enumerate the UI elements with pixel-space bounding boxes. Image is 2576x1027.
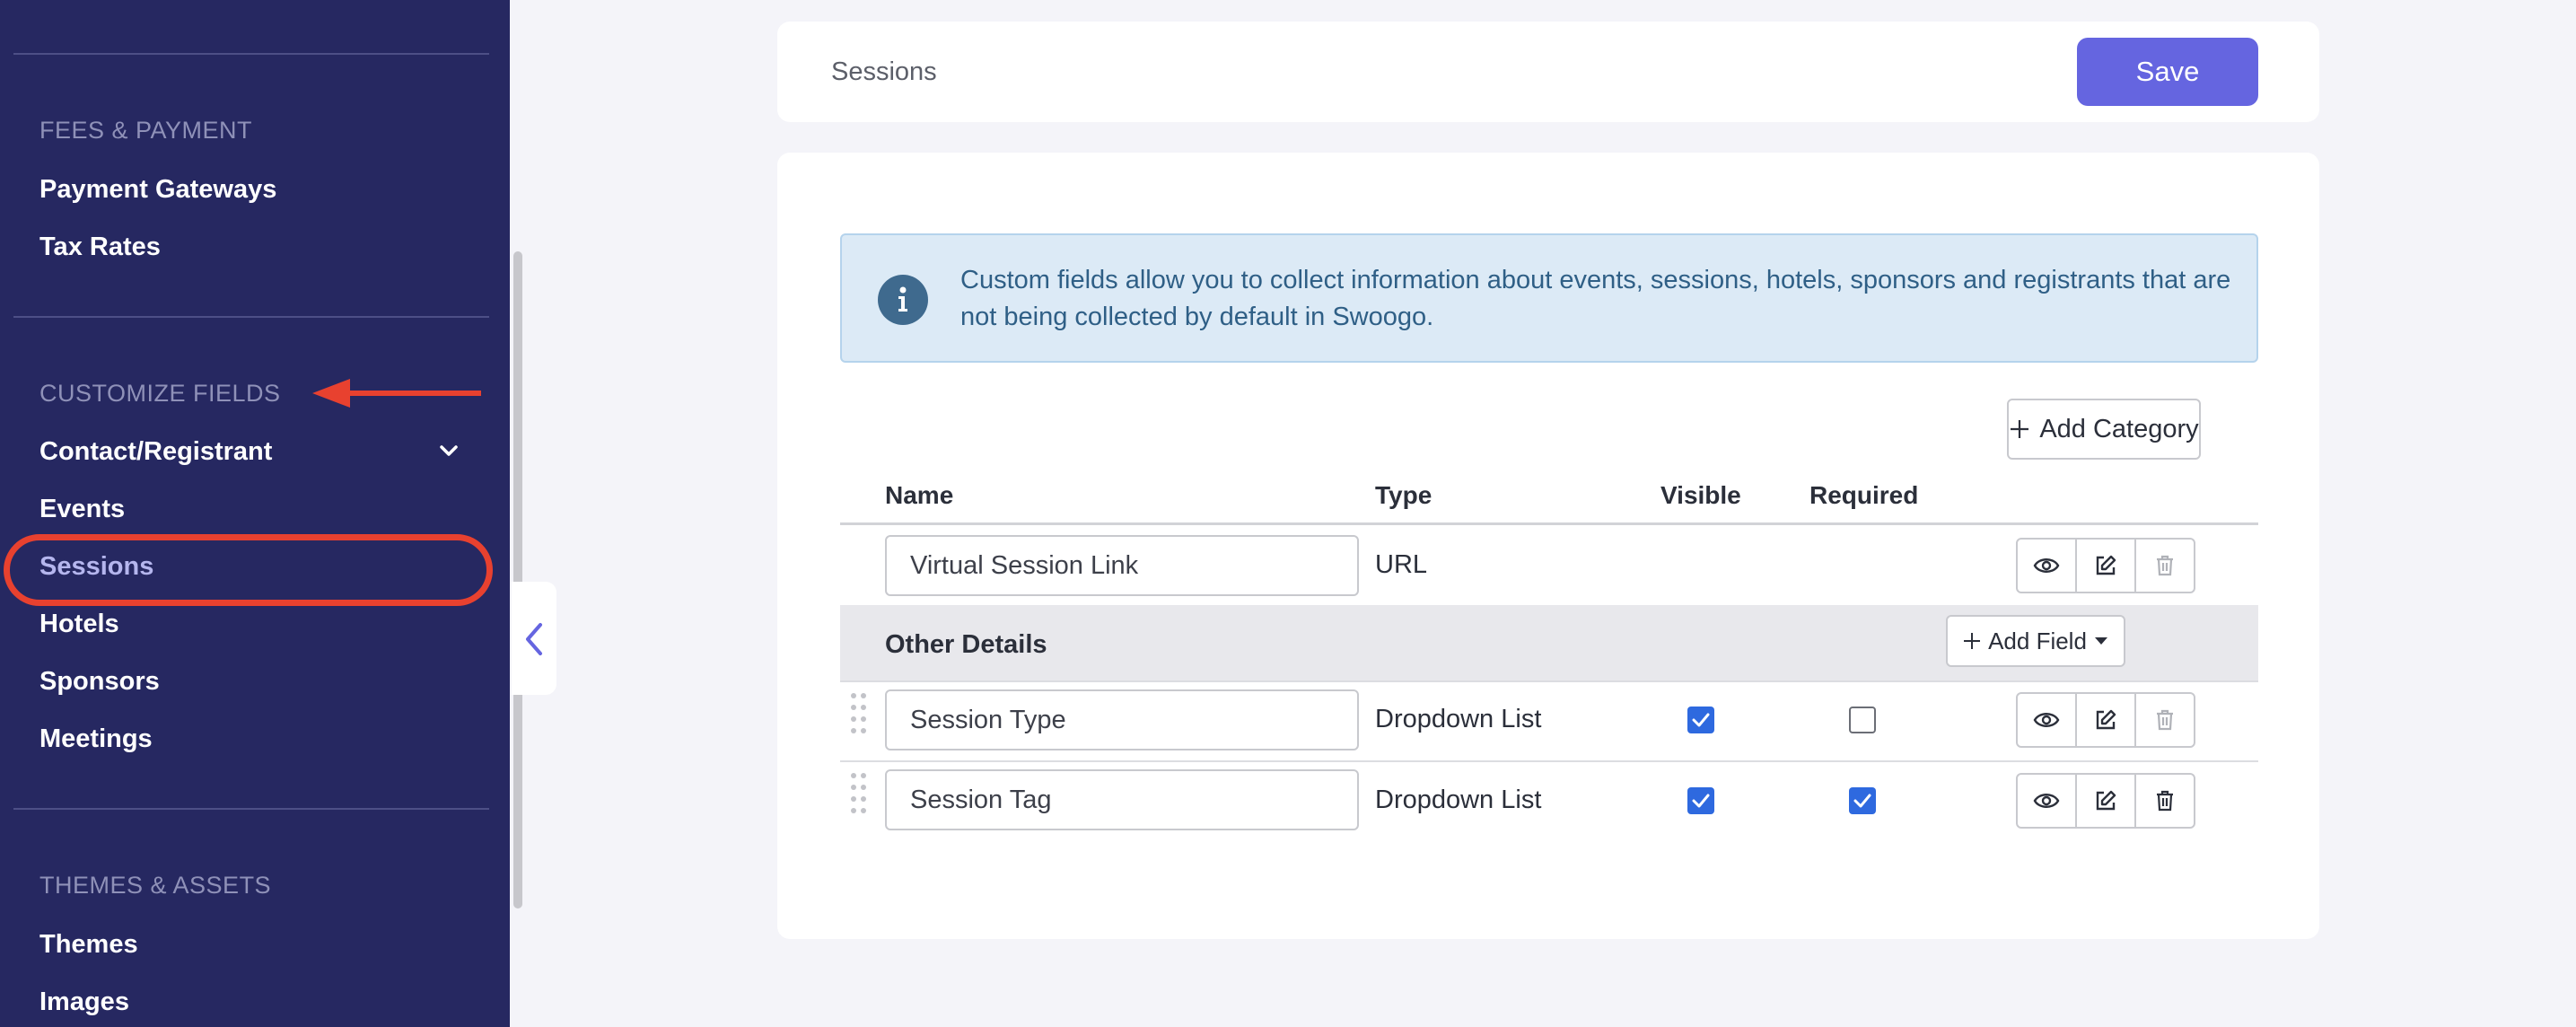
arrow-annotation-icon (312, 379, 481, 408)
sidebar-divider (13, 808, 489, 810)
column-header-type: Type (1375, 481, 1433, 509)
custom-fields-panel: Custom fields allow you to collect infor… (777, 153, 2319, 939)
sidebar-item-images[interactable]: Images (39, 988, 129, 1017)
sidebar-item-hotels[interactable]: Hotels (39, 610, 119, 639)
edit-icon[interactable] (2077, 775, 2136, 827)
sidebar-scrollbar[interactable] (513, 251, 522, 908)
row-actions (2016, 538, 2195, 593)
eye-icon[interactable] (2018, 540, 2077, 592)
caret-down-icon (2094, 637, 2107, 645)
trash-icon[interactable] (2136, 540, 2194, 592)
required-checkbox[interactable] (1849, 707, 1876, 733)
sidebar-collapse-button[interactable] (512, 582, 556, 695)
eye-icon[interactable] (2018, 775, 2077, 827)
field-type: Dropdown List (1375, 786, 1542, 814)
column-header-visible: Visible (1660, 481, 1741, 509)
trash-icon[interactable] (2136, 775, 2194, 827)
sidebar-item-contact-registrant[interactable]: Contact/Registrant (39, 437, 272, 467)
row-divider (840, 760, 2258, 762)
table-header-divider (840, 522, 2258, 525)
page-title: Sessions (831, 57, 937, 86)
chevron-left-icon (526, 623, 542, 655)
info-text: Custom fields allow you to collect infor… (960, 266, 2231, 331)
sidebar-item-events[interactable]: Events (39, 495, 125, 524)
sidebar-divider (13, 53, 489, 55)
sidebar-item-themes[interactable]: Themes (39, 930, 138, 960)
sidebar-divider (13, 316, 489, 318)
highlight-circle-annotation (4, 534, 493, 606)
sidebar-item-payment-gateways[interactable]: Payment Gateways (39, 175, 276, 205)
add-field-label: Add Field (1988, 627, 2087, 654)
page-header: Sessions Save (777, 22, 2319, 122)
column-header-name: Name (885, 481, 954, 509)
info-alert: Custom fields allow you to collect infor… (840, 233, 2258, 363)
row-actions (2016, 773, 2195, 829)
chevron-down-icon[interactable] (437, 439, 460, 462)
field-type: URL (1375, 550, 1428, 579)
trash-icon[interactable] (2136, 694, 2194, 746)
field-name-input[interactable]: Session Type (885, 689, 1359, 750)
sidebar-item-meetings[interactable]: Meetings (39, 724, 153, 754)
drag-handle-icon[interactable] (849, 691, 869, 742)
category-name: Other Details (885, 630, 1047, 659)
eye-icon[interactable] (2018, 694, 2077, 746)
save-button[interactable]: Save (2077, 38, 2258, 106)
sidebar: FEES & PAYMENT Payment Gateways Tax Rate… (0, 0, 510, 1027)
row-actions (2016, 692, 2195, 748)
add-category-label: Add Category (2039, 414, 2199, 443)
visible-checkbox[interactable] (1687, 787, 1714, 814)
plus-icon (1964, 633, 1981, 649)
field-name-input[interactable]: Virtual Session Link (885, 535, 1359, 596)
edit-icon[interactable] (2077, 694, 2136, 746)
drag-handle-icon[interactable] (849, 771, 869, 821)
sidebar-heading-fees: FEES & PAYMENT (39, 117, 253, 144)
info-icon (878, 275, 928, 325)
sidebar-item-sponsors[interactable]: Sponsors (39, 667, 160, 697)
add-field-button[interactable]: Add Field (1946, 615, 2125, 667)
sidebar-heading-customize-fields: CUSTOMIZE FIELDS (39, 380, 281, 407)
plus-icon (2011, 420, 2029, 438)
edit-icon[interactable] (2077, 540, 2136, 592)
sidebar-heading-themes-assets: THEMES & ASSETS (39, 872, 272, 899)
field-name-input[interactable]: Session Tag (885, 769, 1359, 830)
visible-checkbox[interactable] (1687, 707, 1714, 733)
add-category-button[interactable]: Add Category (2007, 399, 2201, 460)
column-header-required: Required (1809, 481, 1919, 509)
required-checkbox[interactable] (1849, 787, 1876, 814)
row-divider (840, 680, 2258, 682)
field-type: Dropdown List (1375, 705, 1542, 733)
sidebar-item-tax-rates[interactable]: Tax Rates (39, 233, 161, 262)
